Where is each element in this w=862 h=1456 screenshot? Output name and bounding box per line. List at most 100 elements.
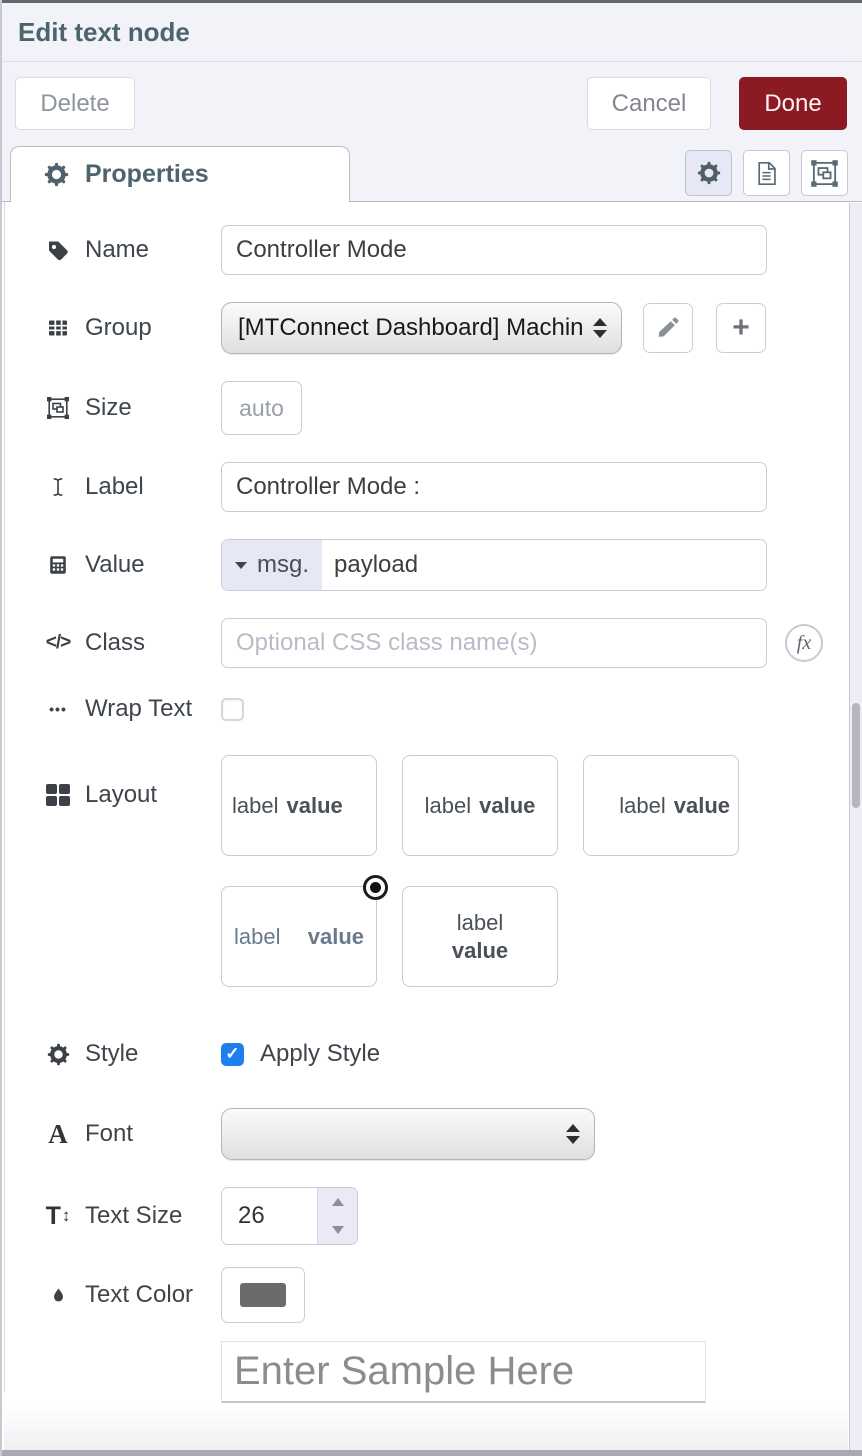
name-label-text: Name: [85, 236, 149, 264]
font-row: A Font: [43, 1108, 862, 1160]
value-input[interactable]: [322, 540, 766, 590]
text-height-icon: T↕: [43, 1202, 73, 1231]
wrap-text-row: ••• Wrap Text: [43, 695, 862, 723]
apply-style-label: Apply Style: [260, 1040, 380, 1068]
editor-tabbar: Properties: [0, 145, 862, 202]
dialog-header: Edit text node: [0, 3, 862, 62]
sample-text-input[interactable]: [221, 1341, 706, 1403]
delete-button[interactable]: Delete: [15, 77, 135, 130]
text-size-spinner: [221, 1187, 358, 1245]
layout-option-label-value-right[interactable]: label value: [583, 755, 739, 856]
object-group-icon: [43, 396, 73, 420]
msg-type-label: msg.: [257, 551, 309, 579]
bottom-edge-bar: [0, 1450, 862, 1456]
scrollbar-track[interactable]: [849, 203, 862, 1450]
text-color-button[interactable]: [221, 1267, 305, 1323]
table-icon: [43, 316, 73, 340]
text-size-label-text: Text Size: [85, 1202, 182, 1230]
code-icon: </>: [43, 632, 73, 654]
text-color-row: Text Color: [43, 1267, 862, 1323]
layout-option-label-value-spread[interactable]: label value: [221, 886, 377, 987]
edit-group-button[interactable]: [643, 303, 693, 353]
value-typed-input: msg.: [221, 539, 767, 591]
text-color-label-text: Text Color: [85, 1281, 193, 1309]
add-group-button[interactable]: +: [716, 303, 766, 353]
class-label: </> Class: [43, 629, 221, 657]
layout-option-label-value-stacked[interactable]: label value: [402, 886, 558, 987]
wrap-text-label-text: Wrap Text: [85, 695, 192, 723]
gear-icon: [697, 161, 721, 185]
size-label: Size: [43, 394, 221, 422]
calculator-icon: [43, 553, 73, 577]
layout-option-value-text: value: [286, 793, 342, 819]
spinner-up-button[interactable]: [318, 1188, 357, 1216]
scrollbar-thumb[interactable]: [852, 703, 860, 808]
text-size-input[interactable]: [222, 1188, 317, 1244]
style-label: Style: [43, 1040, 221, 1068]
size-row: Size auto: [43, 381, 862, 435]
description-pane-button[interactable]: [743, 150, 790, 196]
gear-icon: [41, 162, 71, 187]
select-arrows-icon: [566, 1124, 580, 1144]
select-arrows-icon: [593, 318, 607, 338]
document-icon: [753, 159, 780, 188]
value-label: Value: [43, 551, 221, 579]
apply-style-checkbox[interactable]: [221, 1043, 244, 1066]
font-select[interactable]: [221, 1108, 595, 1160]
color-swatch: [240, 1283, 286, 1307]
cancel-button[interactable]: Cancel: [587, 77, 711, 130]
text-color-label: Text Color: [43, 1281, 221, 1309]
msg-type-dropdown[interactable]: msg.: [222, 540, 322, 590]
text-size-row: T↕ Text Size: [43, 1187, 862, 1245]
layout-row: Layout label value label value label: [43, 755, 862, 1040]
value-row: Value msg.: [43, 539, 862, 591]
properties-pane-button[interactable]: [685, 150, 732, 196]
wrap-text-label: ••• Wrap Text: [43, 695, 221, 723]
dialog-toolbar: Delete Cancel Done: [0, 62, 862, 145]
value-label-text: Value: [85, 551, 145, 579]
edit-text-node-dialog: Edit text node Delete Cancel Done Proper…: [0, 0, 862, 1456]
plus-icon: +: [732, 313, 750, 343]
size-label-text: Size: [85, 394, 132, 422]
grid-icon: [43, 784, 73, 806]
name-label: Name: [43, 236, 221, 264]
dialog-title: Edit text node: [18, 17, 190, 48]
done-button[interactable]: Done: [739, 77, 847, 130]
label-field-label-text: Label: [85, 473, 144, 501]
wrap-text-checkbox[interactable]: [221, 698, 244, 721]
bottom-fade: [4, 1406, 848, 1450]
font-label-text: Font: [85, 1120, 133, 1148]
name-row: Name: [43, 225, 862, 275]
layout-label-text: Layout: [85, 781, 157, 809]
tab-properties[interactable]: Properties: [10, 146, 350, 202]
ellipsis-icon: •••: [43, 701, 73, 717]
label-input[interactable]: [221, 462, 767, 512]
class-input[interactable]: [221, 618, 767, 668]
size-auto-button[interactable]: auto: [221, 381, 302, 435]
group-select[interactable]: [MTConnect Dashboard] Machin: [221, 302, 622, 354]
tab-properties-label: Properties: [85, 160, 209, 189]
selected-radio-icon: [363, 875, 388, 900]
layout-option-value-text: value: [479, 793, 535, 819]
layout-option-label-text: label: [457, 910, 503, 936]
layout-option-label-text: label: [619, 793, 665, 819]
layout-option-label-value-left[interactable]: label value: [221, 755, 377, 856]
layout-option-value-text: value: [308, 924, 364, 950]
layout-options: label value label value label value: [221, 755, 739, 987]
spinner-buttons: [317, 1188, 357, 1244]
tag-icon: [43, 238, 73, 262]
name-input[interactable]: [221, 225, 767, 275]
layout-option-value-text: value: [674, 793, 730, 819]
triangle-up-icon: [332, 1198, 344, 1206]
spinner-down-button[interactable]: [318, 1216, 357, 1244]
layout-label: Layout: [43, 755, 221, 809]
sample-row: [43, 1341, 862, 1403]
group-label-text: Group: [85, 314, 152, 342]
group-select-value: [MTConnect Dashboard] Machin: [238, 314, 584, 342]
layout-option-label-text: label: [232, 793, 278, 819]
appearance-pane-button[interactable]: [801, 150, 848, 196]
fx-expression-button[interactable]: fx: [785, 624, 823, 662]
tint-icon: [43, 1284, 73, 1307]
layout-option-label-value-center[interactable]: label value: [402, 755, 558, 856]
object-group-icon: [810, 159, 839, 188]
